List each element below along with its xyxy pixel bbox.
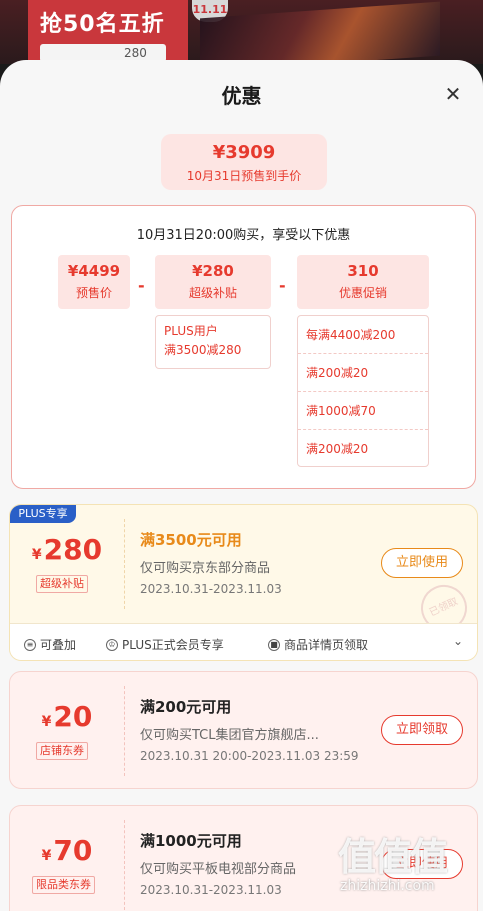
coupon-amount-value: 280 <box>43 533 103 566</box>
promo-rule: 满1000减70 <box>298 392 428 430</box>
site-watermark: 值值值 zhizhizhi.com <box>336 826 476 906</box>
promo-rule: 满200减20 <box>298 354 428 392</box>
coupon-amount-value: 70 <box>53 834 93 867</box>
coupon-type-badge: 店铺东券 <box>36 742 88 760</box>
stackable-tag: ≡ 可叠加 <box>24 636 76 653</box>
watermark-text: zhizhizhi.com <box>340 878 435 894</box>
store-coupon-card: ¥20 店铺东券 满200元可用 仅可购买TCL集团官方旗舰店... 2023.… <box>9 671 478 789</box>
promo-detail: 每满4400减200 满200减20 满1000减70 满200减20 <box>297 315 429 467</box>
coupon-type-badge: 限品类东券 <box>32 876 95 894</box>
claim-location-tag: ■ 商品详情页领取 <box>268 636 368 653</box>
plus-coupon-card: PLUS专享 ¥280 超级补贴 满3500元可用 仅可购买京东部分商品 202… <box>9 504 478 661</box>
coupon-amount-area: ¥70 限品类东券 <box>10 806 124 911</box>
plus-member-label: PLUS正式会员专享 <box>122 638 224 652</box>
promo-label: 优惠促销 <box>338 286 387 300</box>
tv-product-image <box>200 1 440 64</box>
final-price-tag: ¥3909 10月31日预售到手价 <box>161 134 327 190</box>
currency-symbol: ¥ <box>41 714 52 730</box>
coupon-validity: 2023.10.31-2023.11.03 <box>140 883 282 897</box>
coupon-divider <box>124 686 125 776</box>
sheet-title: 优惠 <box>221 84 262 108</box>
minus-sign: - <box>138 276 145 295</box>
subsidy-label: 超级补贴 <box>188 286 237 300</box>
coupon-amount-area: ¥20 店铺东券 <box>10 672 124 788</box>
coupon-divider <box>124 519 125 609</box>
discount-sheet: 优惠 ✕ ¥3909 10月31日预售到手价 10月31日20:00购买，享受以… <box>0 60 483 911</box>
plus-user-text: PLUS用户 <box>164 324 218 338</box>
watermark-glyphs: 值值值 <box>338 835 448 879</box>
crown-icon: ♔ <box>106 638 118 651</box>
coupon-amount-value: 20 <box>53 700 93 733</box>
coupon-tags-bar[interactable]: ≡ 可叠加 ♔ PLUS正式会员专享 ■ 商品详情页领取 ⌄ <box>10 623 477 660</box>
banner-title: 抢50名五折 <box>40 12 165 37</box>
plus-member-tag: ♔ PLUS正式会员专享 <box>106 636 224 653</box>
promo-box: 310 优惠促销 <box>297 255 429 309</box>
subsidy-detail: PLUS用户 满3500减280 <box>155 315 271 369</box>
subsidy-box: ¥280 超级补贴 <box>155 255 271 309</box>
final-price-desc: 10月31日预售到手价 <box>186 169 302 183</box>
subsidy-value: ¥280 <box>192 262 234 280</box>
presale-price-value: ¥4499 <box>67 262 121 280</box>
plus-rule-text: 满3500减280 <box>164 343 242 357</box>
coupon-type-badge: 超级补贴 <box>36 575 88 593</box>
currency-symbol: ¥ <box>41 848 52 864</box>
promo-banner: 抢50名五折 11.11 280 <box>0 0 483 64</box>
promo-rule: 每满4400减200 <box>298 316 428 354</box>
price-breakdown: 10月31日20:00购买，享受以下优惠 ¥4499 预售价 - ¥280 超级… <box>11 205 476 489</box>
minus-sign: - <box>279 276 286 295</box>
presale-price-box: ¥4499 预售价 <box>58 255 130 309</box>
coupon-divider <box>124 820 125 910</box>
promo-value: 310 <box>347 262 379 280</box>
promo-rule: 满200减20 <box>306 442 369 456</box>
use-now-button[interactable]: 立即使用 <box>381 548 463 578</box>
coupon-amount: ¥20 <box>10 700 124 733</box>
coupon-condition: 满200元可用 <box>140 698 232 716</box>
coupon-condition: 满1000元可用 <box>140 832 242 850</box>
stack-icon: ≡ <box>24 638 36 651</box>
coupon-amount-area: ¥280 超级补贴 <box>10 505 124 621</box>
coupon-amount: ¥70 <box>10 834 124 867</box>
chevron-down-icon[interactable]: ⌄ <box>453 634 463 648</box>
breakdown-heading: 10月31日20:00购买，享受以下优惠 <box>136 228 351 243</box>
coupon-scope: 仅可购买TCL集团官方旗舰店... <box>140 728 319 743</box>
claim-now-button[interactable]: 立即领取 <box>381 715 463 745</box>
coupon-validity: 2023.10.31 20:00-2023.11.03 23:59 <box>140 749 359 763</box>
stackable-label: 可叠加 <box>40 638 77 652</box>
presale-price-label: 预售价 <box>75 286 112 300</box>
final-price: ¥3909 <box>212 142 276 163</box>
coupon-validity: 2023.10.31-2023.11.03 <box>140 582 282 596</box>
coupon-amount: ¥280 <box>10 533 124 566</box>
coupon-condition: 满3500元可用 <box>140 531 242 549</box>
coupon-scope: 仅可购买京东部分商品 <box>140 561 271 576</box>
currency-symbol: ¥ <box>31 547 42 563</box>
claim-location-label: 商品详情页领取 <box>284 638 369 652</box>
product-page-icon: ■ <box>268 638 280 651</box>
close-icon[interactable]: ✕ <box>441 82 465 106</box>
